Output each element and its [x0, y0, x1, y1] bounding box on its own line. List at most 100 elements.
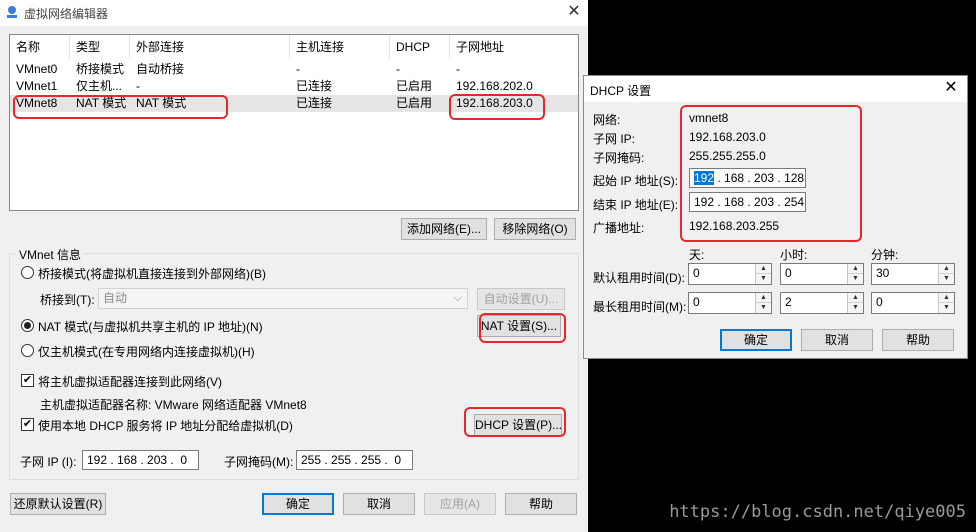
bridged-mode-label[interactable]: 桥接模式(将虚拟机直接连接到外部网络)(B) — [38, 265, 266, 282]
bridged-to-select[interactable]: 自动 ⌵ — [98, 288, 468, 309]
spin-down-icon[interactable]: ▼ — [756, 274, 771, 284]
default-lease-hours-stepper[interactable]: 0 ▲ ▼ — [780, 263, 864, 285]
close-icon[interactable]: ✕ — [940, 79, 962, 99]
column-header-dhcp[interactable]: DHCP — [390, 35, 450, 59]
default-lease-label: 默认租用时间(D): — [593, 271, 685, 285]
cell-host: - — [296, 62, 300, 76]
cell-name: VMnet8 — [16, 96, 58, 110]
column-header-external[interactable]: 外部连接 — [130, 35, 290, 59]
auto-settings-button[interactable]: 自动设置(U)... — [477, 288, 565, 310]
start-ip-input[interactable]: 192 . 168 . 203 . 128 — [689, 168, 806, 188]
connect-adapter-checkbox[interactable]: ✔ — [21, 374, 34, 387]
stepper-value: 0 — [693, 266, 700, 280]
cell-dhcp: - — [396, 62, 400, 76]
subnet-ip-label: 子网 IP: — [593, 132, 636, 146]
table-row[interactable]: VMnet1 仅主机... - 已连接 已启用 192.168.202.0 — [10, 78, 578, 95]
broadcast-value: 192.168.203.255 — [689, 219, 780, 233]
use-dhcp-label[interactable]: 使用本地 DHCP 服务将 IP 地址分配给虚拟机(D) — [38, 417, 293, 434]
column-header-name[interactable]: 名称 — [10, 35, 70, 59]
subnet-ip-value: 192.168.203.0 — [689, 130, 766, 144]
max-lease-hours-stepper[interactable]: 2 ▲ ▼ — [780, 292, 864, 314]
subnet-ip-input[interactable]: 192 . 168 . 203 . 0 — [82, 450, 199, 470]
subnet-mask-input[interactable]: 255 . 255 . 255 . 0 — [296, 450, 413, 470]
cell-subnet: 192.168.202.0 — [456, 79, 533, 93]
close-icon[interactable]: ✕ — [564, 3, 584, 23]
broadcast-label: 广播地址: — [593, 221, 645, 235]
help-button[interactable]: 帮助 — [882, 329, 954, 351]
hours-header: 小时: — [780, 248, 808, 262]
adapter-name-label: 主机虚拟适配器名称: VMware 网络适配器 VMnet8 — [40, 398, 307, 412]
subnet-ip-label: 子网 IP (I): — [20, 455, 77, 469]
cell-external: - — [136, 79, 140, 93]
max-lease-minutes-stepper[interactable]: 0 ▲ ▼ — [871, 292, 955, 314]
spin-up-icon[interactable]: ▲ — [939, 293, 954, 303]
column-header-type[interactable]: 类型 — [70, 35, 130, 59]
dialog-title: DHCP 设置 — [590, 84, 652, 98]
dhcp-settings-button[interactable]: DHCP 设置(P)... — [474, 414, 562, 436]
cell-external: 自动桥接 — [136, 62, 185, 76]
start-ip-rest: . 168 . 203 . 128 — [714, 171, 805, 185]
add-network-button[interactable]: 添加网络(E)... — [401, 218, 487, 240]
cell-name: VMnet1 — [16, 79, 58, 93]
window-title: 虚拟网络编辑器 — [24, 7, 109, 21]
dhcp-titlebar: DHCP 设置 ✕ — [584, 76, 967, 102]
nat-mode-radio[interactable] — [21, 319, 34, 332]
default-lease-days-stepper[interactable]: 0 ▲ ▼ — [688, 263, 772, 285]
spin-up-icon[interactable]: ▲ — [848, 293, 863, 303]
minutes-header: 分钟: — [871, 248, 899, 262]
column-header-host[interactable]: 主机连接 — [290, 35, 390, 59]
cell-type: 桥接模式 — [76, 62, 125, 76]
bridged-to-value: 自动 — [103, 291, 128, 305]
nat-mode-label[interactable]: NAT 模式(与虚拟机共享主机的 IP 地址)(N) — [38, 318, 263, 335]
cell-host: 已连接 — [296, 79, 333, 93]
dhcp-settings-dialog: DHCP 设置 ✕ 网络: vmnet8 子网 IP: 192.168.203.… — [583, 75, 968, 359]
nat-settings-button[interactable]: NAT 设置(S)... — [477, 315, 561, 337]
watermark-text: https://blog.csdn.net/qiye005 — [669, 502, 966, 522]
cell-subnet: 192.168.203.0 — [456, 96, 533, 110]
spin-up-icon[interactable]: ▲ — [848, 264, 863, 274]
max-lease-days-stepper[interactable]: 0 ▲ ▼ — [688, 292, 772, 314]
chevron-down-icon: ⌵ — [453, 292, 462, 304]
host-only-label[interactable]: 仅主机模式(在专用网络内连接虚拟机)(H) — [38, 343, 255, 360]
main-titlebar: 虚拟网络编辑器 ✕ — [0, 0, 588, 26]
connect-adapter-label[interactable]: 将主机虚拟适配器连接到此网络(V) — [38, 373, 222, 390]
cell-external: NAT 模式 — [136, 96, 187, 110]
cancel-button[interactable]: 取消 — [801, 329, 873, 351]
cancel-button[interactable]: 取消 — [343, 493, 415, 515]
end-ip-label: 结束 IP 地址(E): — [593, 198, 679, 212]
spin-up-icon[interactable]: ▲ — [756, 264, 771, 274]
table-row[interactable]: VMnet0 桥接模式 自动桥接 - - - — [10, 61, 578, 78]
help-button[interactable]: 帮助 — [505, 493, 577, 515]
subnet-mask-label: 子网掩码: — [593, 151, 645, 165]
spin-up-icon[interactable]: ▲ — [756, 293, 771, 303]
spin-down-icon[interactable]: ▼ — [756, 303, 771, 313]
spin-down-icon[interactable]: ▼ — [848, 303, 863, 313]
bridged-mode-radio[interactable] — [21, 266, 34, 279]
spin-down-icon[interactable]: ▼ — [939, 303, 954, 313]
default-lease-minutes-stepper[interactable]: 30 ▲ ▼ — [871, 263, 955, 285]
network-label: 网络: — [593, 113, 621, 127]
network-value: vmnet8 — [689, 111, 729, 125]
host-only-radio[interactable] — [21, 344, 34, 357]
remove-network-button[interactable]: 移除网络(O) — [494, 218, 576, 240]
apply-button[interactable]: 应用(A) — [424, 493, 496, 515]
cell-host: 已连接 — [296, 96, 333, 110]
column-header-subnet[interactable]: 子网地址 — [450, 35, 550, 59]
stepper-value: 0 — [693, 295, 700, 309]
subnet-mask-label: 子网掩码(M): — [224, 455, 294, 469]
max-lease-label: 最长租用时间(M): — [593, 300, 687, 314]
spin-up-icon[interactable]: ▲ — [939, 264, 954, 274]
spin-down-icon[interactable]: ▼ — [939, 274, 954, 284]
cell-dhcp: 已启用 — [396, 96, 433, 110]
use-dhcp-checkbox[interactable]: ✔ — [21, 418, 34, 431]
end-ip-input[interactable]: 192 . 168 . 203 . 254 — [689, 192, 806, 212]
restore-defaults-button[interactable]: 还原默认设置(R) — [10, 493, 106, 515]
network-list[interactable]: 名称 类型 外部连接 主机连接 DHCP 子网地址 VMnet0 桥接模式 自动… — [9, 34, 579, 211]
start-ip-first-octet: 192 — [694, 171, 715, 185]
spin-down-icon[interactable]: ▼ — [848, 274, 863, 284]
bridged-to-label: 桥接到(T): — [40, 293, 95, 307]
ok-button[interactable]: 确定 — [720, 329, 792, 351]
ok-button[interactable]: 确定 — [262, 493, 334, 515]
table-row-selected[interactable]: VMnet8 NAT 模式 NAT 模式 已连接 已启用 192.168.203… — [10, 95, 578, 112]
stepper-value: 0 — [876, 295, 883, 309]
